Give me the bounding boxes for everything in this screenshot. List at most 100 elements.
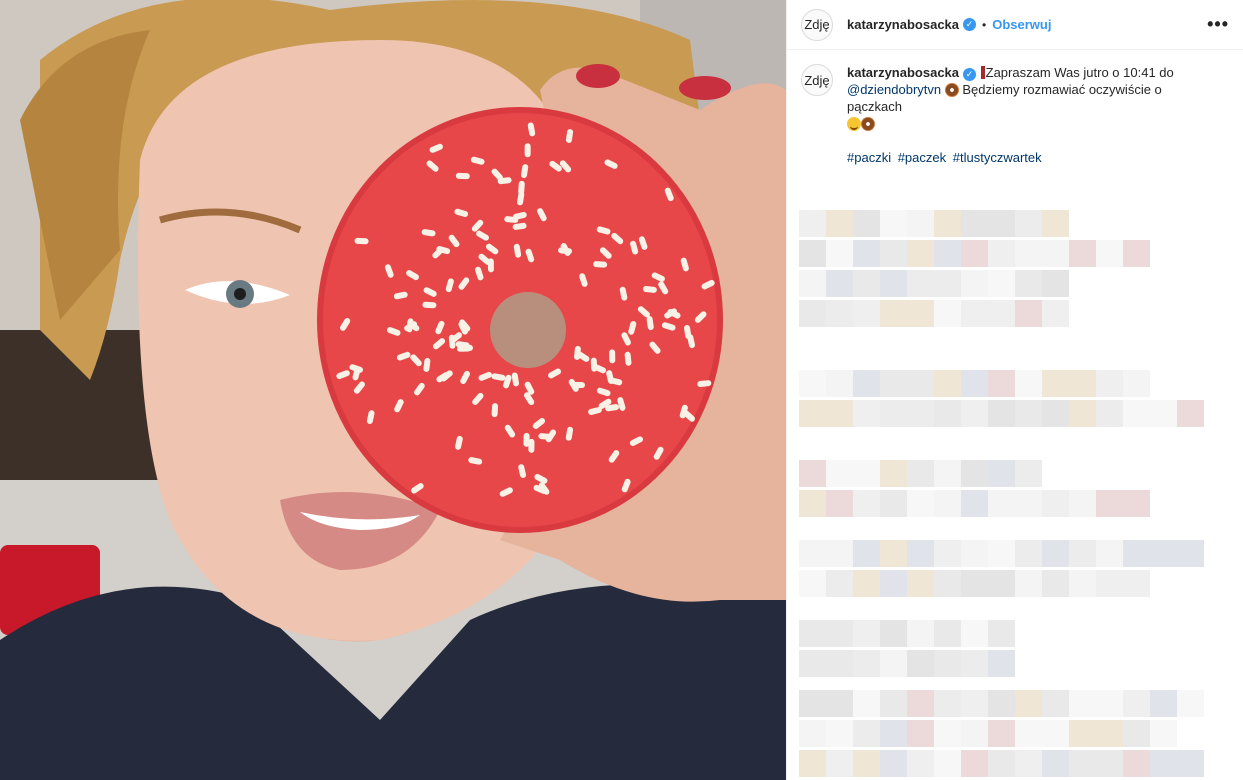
pixel-block xyxy=(853,750,880,777)
pixel-block xyxy=(988,400,1015,427)
pixel-block xyxy=(1096,400,1123,427)
pixel-block xyxy=(934,540,961,567)
pixel-block xyxy=(880,650,907,677)
pixel-block xyxy=(1042,490,1069,517)
sprinkle xyxy=(523,432,530,447)
pixel-block xyxy=(907,240,934,267)
pixel-block xyxy=(988,460,1015,487)
pixel-block xyxy=(907,270,934,297)
pixel-block xyxy=(907,460,934,487)
pixel-block xyxy=(1069,370,1096,397)
caption-verified-badge-icon: ✓ xyxy=(963,68,977,81)
pixel-block xyxy=(934,240,961,267)
pixel-block xyxy=(961,400,988,427)
avatar[interactable]: Zdję xyxy=(801,8,833,41)
pixel-block xyxy=(1042,370,1069,397)
pixel-block xyxy=(934,650,961,677)
pixel-block xyxy=(826,750,853,777)
pixel-block xyxy=(1123,540,1150,567)
pixel-block xyxy=(799,270,826,297)
post-side-panel: Zdję katarzynabosacka ✓ • Obserwuj ••• Z… xyxy=(786,0,1243,780)
pixel-block xyxy=(1015,300,1042,327)
pixel-block xyxy=(799,300,826,327)
caption-body: katarzynabosacka ✓ Zapraszam Was jutro o … xyxy=(847,64,1217,166)
pixel-block xyxy=(1096,720,1123,747)
sprinkle xyxy=(455,172,470,180)
pixel-block xyxy=(799,400,826,427)
post-photo[interactable] xyxy=(0,0,786,780)
pixel-block xyxy=(1069,540,1096,567)
pixel-block xyxy=(880,620,907,647)
mention-link[interactable]: @dziendobrytvn xyxy=(847,82,941,97)
pixel-block xyxy=(1015,720,1042,747)
pixel-block xyxy=(826,690,853,717)
pixel-block xyxy=(961,270,988,297)
pixel-block xyxy=(988,370,1015,397)
pixel-block xyxy=(1015,570,1042,597)
pixel-block xyxy=(961,300,988,327)
pixel-block xyxy=(1042,720,1069,747)
pixel-block xyxy=(1069,490,1096,517)
pixel-block xyxy=(1096,690,1123,717)
pixel-block xyxy=(799,460,826,487)
pixel-block xyxy=(1096,240,1123,267)
pixel-block xyxy=(853,300,880,327)
pixel-block xyxy=(907,300,934,327)
pixel-block xyxy=(853,650,880,677)
pixel-block xyxy=(1015,370,1042,397)
pixel-block xyxy=(1042,300,1069,327)
pixel-block xyxy=(988,650,1015,677)
pixel-block xyxy=(934,300,961,327)
pixel-block xyxy=(1015,540,1042,567)
pixel-block xyxy=(907,490,934,517)
pixel-block xyxy=(826,270,853,297)
pixel-block xyxy=(826,570,853,597)
pixel-block xyxy=(853,270,880,297)
pixel-block xyxy=(853,540,880,567)
username-link[interactable]: katarzynabosacka xyxy=(847,17,959,32)
follow-button[interactable]: Obserwuj xyxy=(992,17,1051,32)
pixel-block xyxy=(907,540,934,567)
pixel-block xyxy=(988,750,1015,777)
pixel-block xyxy=(799,620,826,647)
pixel-block xyxy=(1177,400,1204,427)
pixel-block xyxy=(961,620,988,647)
pixel-block xyxy=(934,620,961,647)
pixel-block xyxy=(880,210,907,237)
caption-username-link[interactable]: katarzynabosacka xyxy=(847,65,959,80)
pixel-block xyxy=(961,210,988,237)
pixel-block xyxy=(1015,690,1042,717)
pixel-block xyxy=(988,620,1015,647)
pixel-block xyxy=(1069,240,1096,267)
pixel-block xyxy=(1123,490,1150,517)
pixel-block xyxy=(1069,570,1096,597)
pixel-block xyxy=(988,270,1015,297)
pixel-block xyxy=(907,570,934,597)
pixel-block xyxy=(907,210,934,237)
pixel-block xyxy=(1042,240,1069,267)
sprinkle xyxy=(491,403,499,418)
pixel-block xyxy=(826,460,853,487)
verified-badge-icon: ✓ xyxy=(963,18,977,31)
caption-text-1: Zapraszam Was jutro o 10:41 do xyxy=(985,65,1174,80)
pixel-block xyxy=(853,210,880,237)
pixel-block xyxy=(961,570,988,597)
separator-dot: • xyxy=(982,17,987,32)
pixel-block xyxy=(1069,750,1096,777)
pixel-block xyxy=(1177,690,1204,717)
pixel-block xyxy=(799,650,826,677)
photo-illustration xyxy=(0,0,786,780)
donut-emoji-icon xyxy=(944,83,959,97)
sprinkle xyxy=(609,349,616,364)
caption-avatar[interactable]: Zdję xyxy=(801,64,833,96)
pixel-block xyxy=(799,750,826,777)
pixel-block xyxy=(880,490,907,517)
pixel-block xyxy=(799,720,826,747)
more-options-icon[interactable]: ••• xyxy=(1207,14,1229,35)
pixel-block xyxy=(826,540,853,567)
pixel-block xyxy=(988,690,1015,717)
pixel-block xyxy=(1096,570,1123,597)
pixel-block xyxy=(853,370,880,397)
pixel-block xyxy=(1177,540,1204,567)
pixel-block xyxy=(961,240,988,267)
